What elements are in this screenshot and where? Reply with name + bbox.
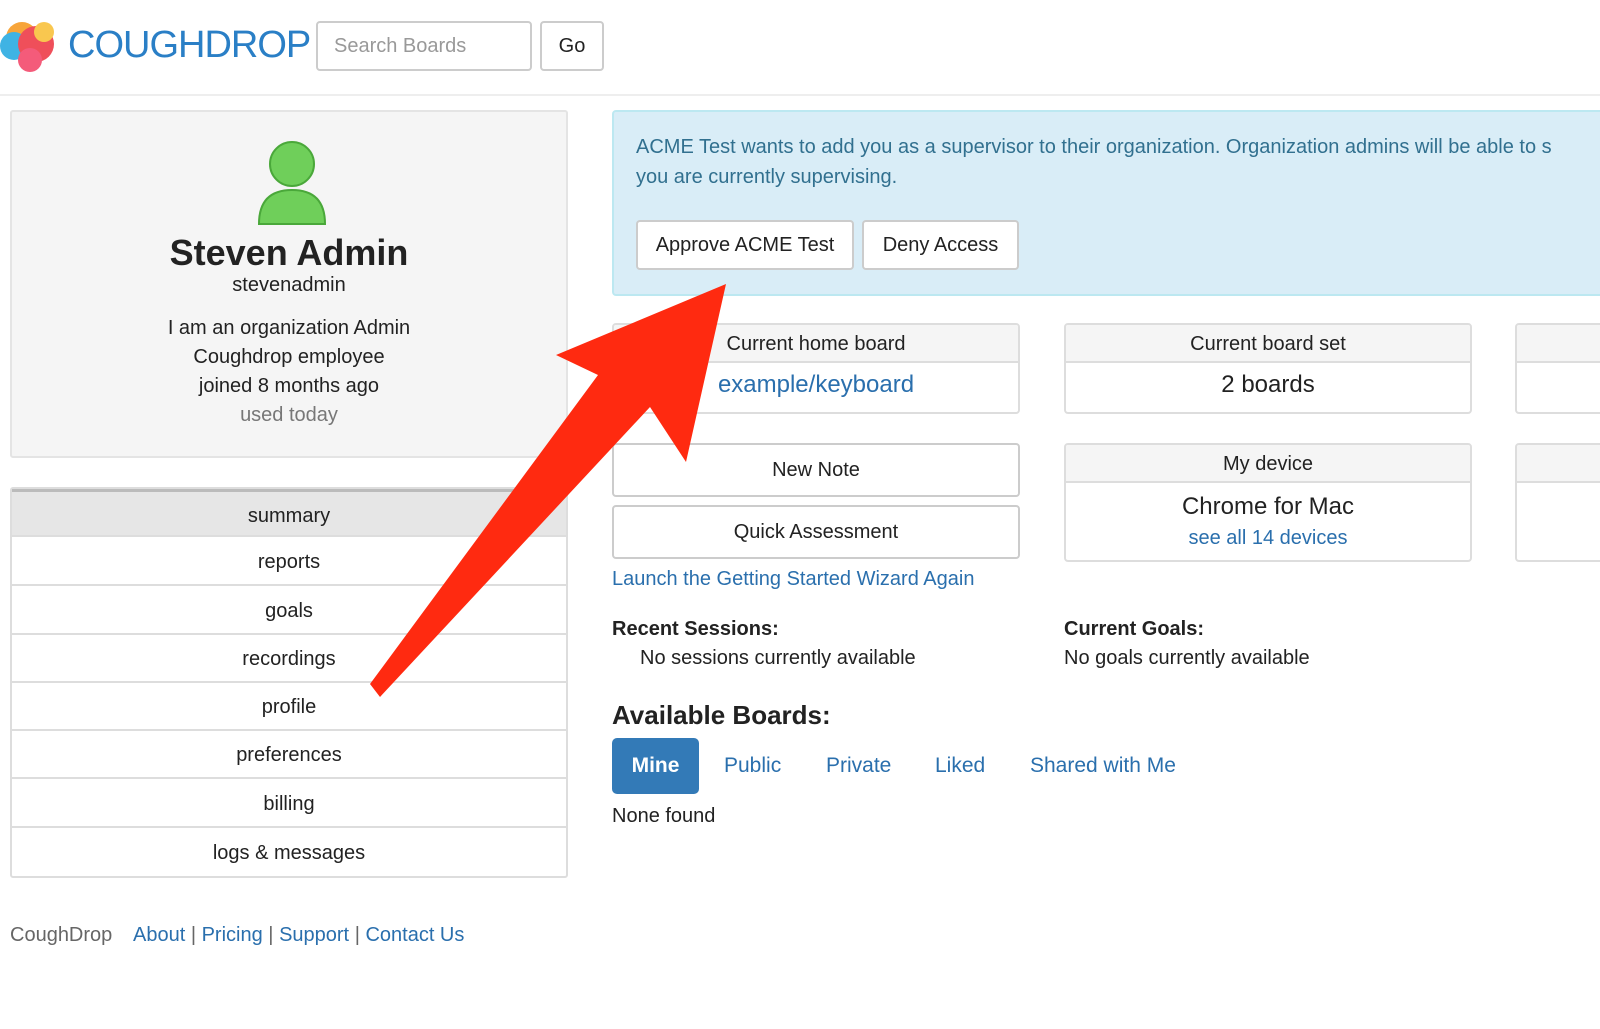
avatar (255, 140, 329, 226)
coughdrop-logo-icon (0, 22, 54, 72)
alert-message-line-1: ACME Test wants to add you as a supervis… (636, 136, 1552, 158)
recent-sessions-value: No sessions currently available (640, 647, 916, 669)
boards-empty-message: None found (612, 805, 716, 827)
device-panel: My device Chrome for Mac see all 14 devi… (1064, 443, 1472, 562)
tab-public[interactable]: Public (724, 738, 781, 794)
board-set-panel: Current board set 2 boards (1064, 323, 1472, 414)
footer-brand: CoughDrop (10, 924, 113, 946)
getting-started-wizard-link[interactable]: Launch the Getting Started Wizard Again (612, 568, 974, 591)
tab-shared-with-me[interactable]: Shared with Me (1030, 738, 1176, 794)
see-all-devices-link[interactable]: see all 14 devices (1066, 527, 1470, 550)
nav-item-preferences[interactable]: preferences (12, 731, 566, 779)
footer-support-link[interactable]: Support (279, 924, 349, 946)
alert-message-line-2: you are currently supervising. (636, 166, 898, 188)
tab-private[interactable]: Private (826, 738, 891, 794)
recent-sessions-label: Recent Sessions: (612, 618, 779, 640)
nav-item-logs-messages[interactable]: logs & messages (12, 829, 566, 877)
profile-username: stevenadmin (232, 274, 346, 296)
approve-button[interactable]: Approve ACME Test (636, 220, 854, 270)
quick-assessment-button[interactable]: Quick Assessment (612, 505, 1020, 559)
footer-separator: | (354, 924, 360, 946)
device-name: Chrome for Mac (1181, 493, 1355, 520)
tab-liked[interactable]: Liked (935, 738, 985, 794)
profile-name: Steven Admin (169, 232, 409, 273)
footer-pricing-link[interactable]: Pricing (202, 924, 263, 946)
board-set-title: Current board set (1066, 325, 1470, 363)
alert-message: ACME Test wants to add you as a supervis… (636, 132, 1600, 192)
profile-joined: joined 8 months ago (198, 375, 380, 397)
current-goals-value: No goals currently available (1064, 647, 1310, 669)
nav-item-recordings[interactable]: recordings (12, 635, 566, 683)
footer-about-link[interactable]: About (133, 924, 185, 946)
available-boards-heading: Available Boards: (612, 700, 831, 730)
nav-item-profile[interactable]: profile (12, 683, 566, 731)
nav-item-goals[interactable]: goals (12, 587, 566, 635)
nav-item-reports[interactable]: reports (12, 538, 566, 586)
supervisor-request-alert: ACME Test wants to add you as a supervis… (612, 110, 1600, 296)
home-board-panel: Current home board example/keyboard (612, 323, 1020, 414)
new-note-button[interactable]: New Note (612, 443, 1020, 497)
profile-affiliation: Coughdrop employee (193, 346, 385, 368)
current-goals-label: Current Goals: (1064, 618, 1205, 640)
right-panel-bottom-header (1517, 445, 1600, 483)
footer-separator: | (268, 924, 274, 946)
search-input[interactable] (316, 21, 532, 71)
device-title: My device (1066, 445, 1470, 483)
header-divider (0, 94, 1600, 96)
profile-card: Steven Admin stevenadmin I am an organiz… (10, 110, 568, 458)
logo[interactable] (0, 8, 64, 82)
right-panel-top (1515, 323, 1600, 414)
home-board-title: Current home board (614, 325, 1018, 363)
side-nav: summary reports goals recordings profile… (10, 487, 568, 878)
deny-access-button[interactable]: Deny Access (862, 220, 1019, 270)
tab-mine[interactable]: Mine (612, 738, 699, 794)
nav-item-summary[interactable]: summary (12, 489, 566, 537)
footer-links: About | Pricing | Support | Contact Us (133, 924, 464, 947)
footer-contact-link[interactable]: Contact Us (365, 924, 464, 946)
profile-role: I am an organization Admin (167, 317, 411, 339)
right-panel-top-header (1517, 325, 1600, 363)
right-panel-bottom (1515, 443, 1600, 562)
profile-last-used: used today (240, 404, 338, 426)
footer-separator: | (190, 924, 197, 946)
logo-text[interactable]: COUGHDROP (68, 22, 311, 68)
home-board-link[interactable]: example/keyboard (614, 371, 1018, 399)
go-button[interactable]: Go (540, 21, 604, 71)
nav-item-billing[interactable]: billing (12, 780, 566, 828)
user-avatar-icon (257, 141, 327, 225)
board-set-count: 2 boards (1221, 371, 1315, 398)
